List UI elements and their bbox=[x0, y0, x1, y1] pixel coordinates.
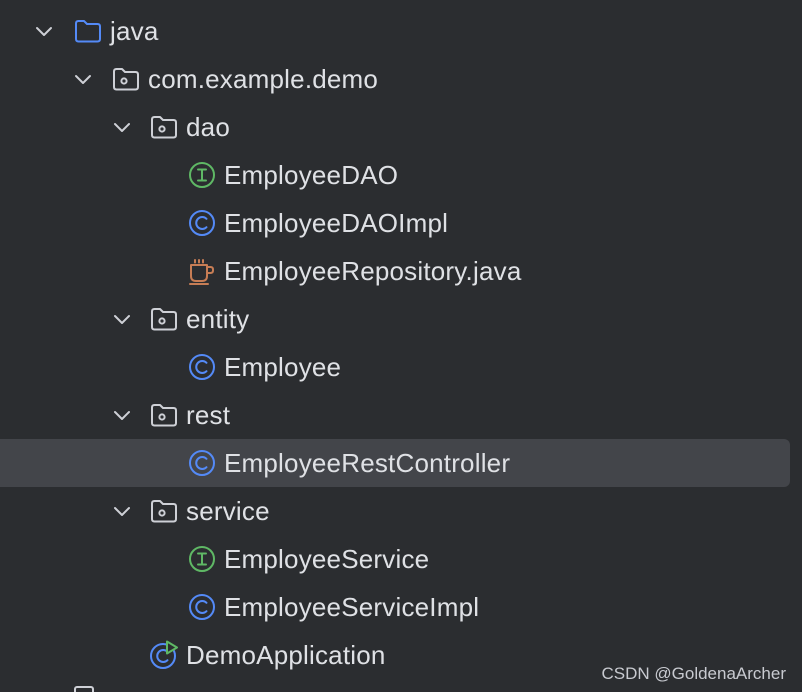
class-icon bbox=[189, 354, 215, 380]
tree-label: DemoApplication bbox=[186, 640, 386, 670]
tree-label: entity bbox=[186, 304, 250, 334]
tree-row-employee-service-impl[interactable]: EmployeeServiceImpl bbox=[0, 583, 802, 631]
tree-label: EmployeeService bbox=[224, 544, 430, 574]
package-icon bbox=[151, 500, 177, 523]
tree-label: dao bbox=[186, 112, 230, 142]
tree-row-employee-dao[interactable]: EmployeeDAO bbox=[0, 151, 802, 199]
tree-label: java bbox=[110, 16, 159, 46]
package-icon bbox=[151, 308, 177, 331]
interface-icon bbox=[189, 162, 215, 188]
tree-label: Employee bbox=[224, 352, 342, 382]
tree-label: service bbox=[186, 496, 270, 526]
chevron-down-icon[interactable] bbox=[110, 307, 134, 331]
package-icon bbox=[151, 116, 177, 139]
class-icon bbox=[189, 450, 215, 476]
tree-label: EmployeeRepository.java bbox=[224, 256, 522, 286]
watermark: CSDN @GoldenaArcher bbox=[601, 664, 787, 683]
partial-folder-icon bbox=[74, 686, 94, 692]
tree-row-employee-dao-impl[interactable]: EmployeeDAOImpl bbox=[0, 199, 802, 247]
spring-boot-run-icon bbox=[150, 640, 178, 669]
package-icon bbox=[151, 404, 177, 427]
tree-row-java[interactable]: java bbox=[0, 7, 802, 55]
chevron-down-icon[interactable] bbox=[110, 115, 134, 139]
chevron-down-icon[interactable] bbox=[110, 499, 134, 523]
tree-row-employee-rest-controller[interactable]: EmployeeRestController bbox=[0, 439, 802, 487]
folder-icon bbox=[75, 20, 101, 43]
java-file-icon bbox=[189, 259, 214, 285]
tree-row-com-example-demo[interactable]: com.example.demo bbox=[0, 55, 802, 103]
class-icon bbox=[189, 594, 215, 620]
tree-row-entity[interactable]: entity bbox=[0, 295, 802, 343]
chevron-down-icon[interactable] bbox=[32, 19, 56, 43]
package-icon bbox=[113, 68, 139, 91]
tree-label: EmployeeServiceImpl bbox=[224, 592, 480, 622]
class-icon bbox=[189, 210, 215, 236]
tree-row-rest[interactable]: rest bbox=[0, 391, 802, 439]
tree-label: EmployeeDAO bbox=[224, 160, 399, 190]
project-tree: java com.example.demo dao EmployeeDAO Em… bbox=[0, 7, 802, 679]
tree-row-service[interactable]: service bbox=[0, 487, 802, 535]
tree-label: EmployeeDAOImpl bbox=[224, 208, 449, 238]
interface-icon bbox=[189, 546, 215, 572]
tree-label: com.example.demo bbox=[148, 64, 379, 94]
tree-row-employee-service[interactable]: EmployeeService bbox=[0, 535, 802, 583]
tree-label: EmployeeRestController bbox=[224, 448, 511, 478]
chevron-down-icon[interactable] bbox=[71, 67, 95, 91]
tree-row-employee-repository-java[interactable]: EmployeeRepository.java bbox=[0, 247, 802, 295]
tree-label: rest bbox=[186, 400, 231, 430]
chevron-down-icon[interactable] bbox=[110, 403, 134, 427]
tree-row-employee[interactable]: Employee bbox=[0, 343, 802, 391]
tree-row-dao[interactable]: dao bbox=[0, 103, 802, 151]
